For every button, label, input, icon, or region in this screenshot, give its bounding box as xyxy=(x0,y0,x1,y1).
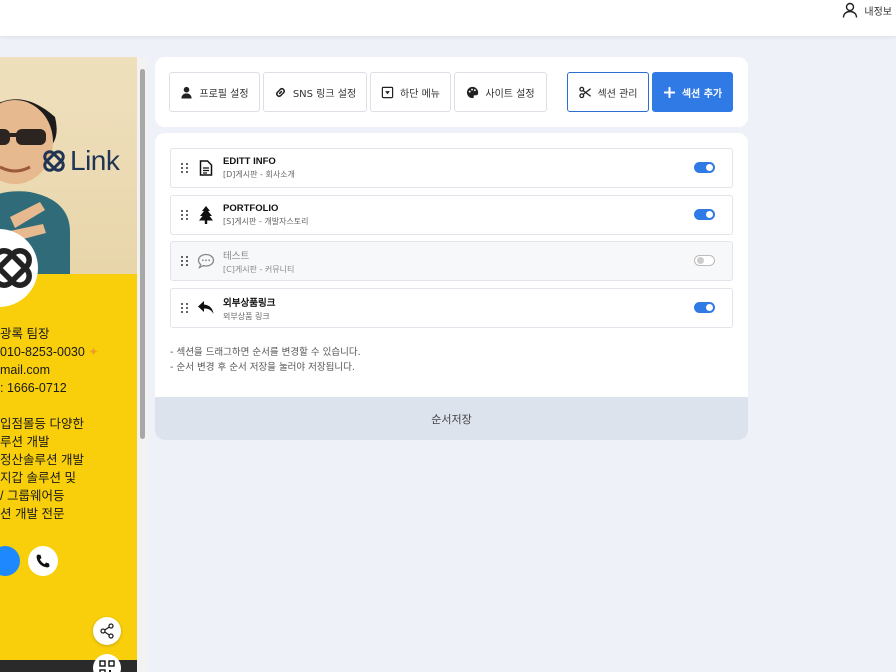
section-title: EDITT INFO xyxy=(223,156,276,167)
plus-icon xyxy=(663,86,676,98)
profile-avatar xyxy=(0,229,38,307)
phone-icon xyxy=(36,554,50,568)
profile-position: 광록 팀장 xyxy=(0,327,50,341)
message-contact-button[interactable] xyxy=(0,546,20,576)
section-row[interactable]: PORTFOLIO [S]게시판 - 개발자스토리 xyxy=(170,195,733,235)
section-row[interactable]: 테스트 [C]게시판 - 커뮤니티 xyxy=(170,241,733,281)
drag-handle-icon[interactable] xyxy=(181,256,191,266)
drag-handle-icon[interactable] xyxy=(181,163,191,173)
drag-handle-icon[interactable] xyxy=(181,210,191,220)
section-subtitle: [C]게시판 - 커뮤니티 xyxy=(223,264,295,274)
save-order-button[interactable]: 순서저장 xyxy=(155,397,748,440)
qr-code-icon xyxy=(99,660,115,672)
drag-handle-icon[interactable] xyxy=(181,303,191,313)
chat-icon xyxy=(197,252,215,270)
brand-text: Link xyxy=(70,145,120,176)
profile-tel: : 1666-0712 xyxy=(0,381,67,395)
document-icon xyxy=(197,159,215,177)
section-visibility-toggle[interactable] xyxy=(694,255,715,266)
section-subtitle: [S]게시판 - 개발자스토리 xyxy=(223,217,309,226)
palette-icon xyxy=(467,86,479,98)
section-visibility-toggle[interactable] xyxy=(694,302,715,313)
section-title: PORTFOLIO xyxy=(223,203,279,214)
share-button[interactable] xyxy=(93,617,121,645)
tree-icon xyxy=(197,206,215,224)
link-logo-icon xyxy=(43,150,65,172)
mobile-preview: Link 광록 팀장 010-8253-0030 ✦ mail.com : 16… xyxy=(0,57,137,672)
top-bar: 내정보 xyxy=(0,0,896,36)
profile-desc-line: / 그룹웨어등 xyxy=(0,489,65,503)
profile-desc-line: 지갑 솔루션 및 xyxy=(0,471,76,485)
user-icon xyxy=(181,86,193,99)
caret-square-down-icon xyxy=(381,86,394,98)
scissors-icon xyxy=(578,86,591,98)
profile-desc-line: 루션 개발 xyxy=(0,435,50,449)
profile-desc-line: 정산솔루션 개발 xyxy=(0,453,84,467)
my-info-link[interactable]: 내정보 xyxy=(842,0,892,20)
help-note: - 섹션을 드래그하면 순서를 변경할 수 있습니다. xyxy=(170,347,361,358)
qr-button[interactable] xyxy=(93,654,121,672)
share-icon xyxy=(100,623,114,639)
section-row[interactable]: 외부상품링크 외부상품 링크 xyxy=(170,288,733,328)
profile-desc-line: 션 개발 전문 xyxy=(0,507,65,521)
profile-settings-button[interactable]: 프로필 설정 xyxy=(169,72,260,112)
profile-email: mail.com xyxy=(0,363,51,377)
my-info-label: 내정보 xyxy=(864,6,892,18)
section-manage-button[interactable]: 섹션 관리 xyxy=(567,72,649,112)
section-title: 테스트 xyxy=(223,250,250,262)
help-notes: - 섹션을 드래그하면 순서를 변경할 수 있습니다. - 순서 변경 후 순서… xyxy=(170,345,361,375)
bottom-menu-button[interactable]: 하단 메뉴 xyxy=(370,72,451,112)
settings-toolbar: 프로필 설정 SNS 링크 설정 하단 메뉴 사이트 설정 섹션 관리 섹션 추… xyxy=(155,57,748,127)
section-row[interactable]: EDITT INFO [D]게시판 - 회사소개 xyxy=(170,148,733,188)
section-visibility-toggle[interactable] xyxy=(694,209,715,220)
profile-desc-line: 입점몰등 다양한 xyxy=(0,417,84,431)
section-subtitle: 외부상품 링크 xyxy=(223,311,270,321)
reply-icon xyxy=(197,299,215,317)
section-title: 외부상품링크 xyxy=(223,297,276,309)
help-note: - 순서 변경 후 순서 저장을 눌러야 저장됩니다. xyxy=(170,362,355,373)
profile-phone: 010-8253-0030 ✦ xyxy=(0,345,99,359)
site-settings-button[interactable]: 사이트 설정 xyxy=(454,72,547,112)
link-logo-icon xyxy=(0,248,32,288)
section-add-button[interactable]: 섹션 추가 xyxy=(652,72,733,112)
preview-scrollbar[interactable] xyxy=(137,57,148,672)
scrollbar-thumb[interactable] xyxy=(140,69,145,439)
section-visibility-toggle[interactable] xyxy=(694,162,715,173)
brand-logo: Link xyxy=(40,145,120,177)
link-icon xyxy=(275,87,285,97)
section-list-panel: EDITT INFO [D]게시판 - 회사소개 PORTFOLIO [S]게시… xyxy=(155,133,748,440)
sns-link-settings-button[interactable]: SNS 링크 설정 xyxy=(263,72,367,112)
phone-contact-button[interactable] xyxy=(28,546,58,576)
section-subtitle: [D]게시판 - 회사소개 xyxy=(223,170,295,179)
user-icon xyxy=(843,2,858,18)
profile-info: 광록 팀장 010-8253-0030 ✦ mail.com : 1666-07… xyxy=(0,325,137,523)
contact-icons xyxy=(0,546,58,576)
